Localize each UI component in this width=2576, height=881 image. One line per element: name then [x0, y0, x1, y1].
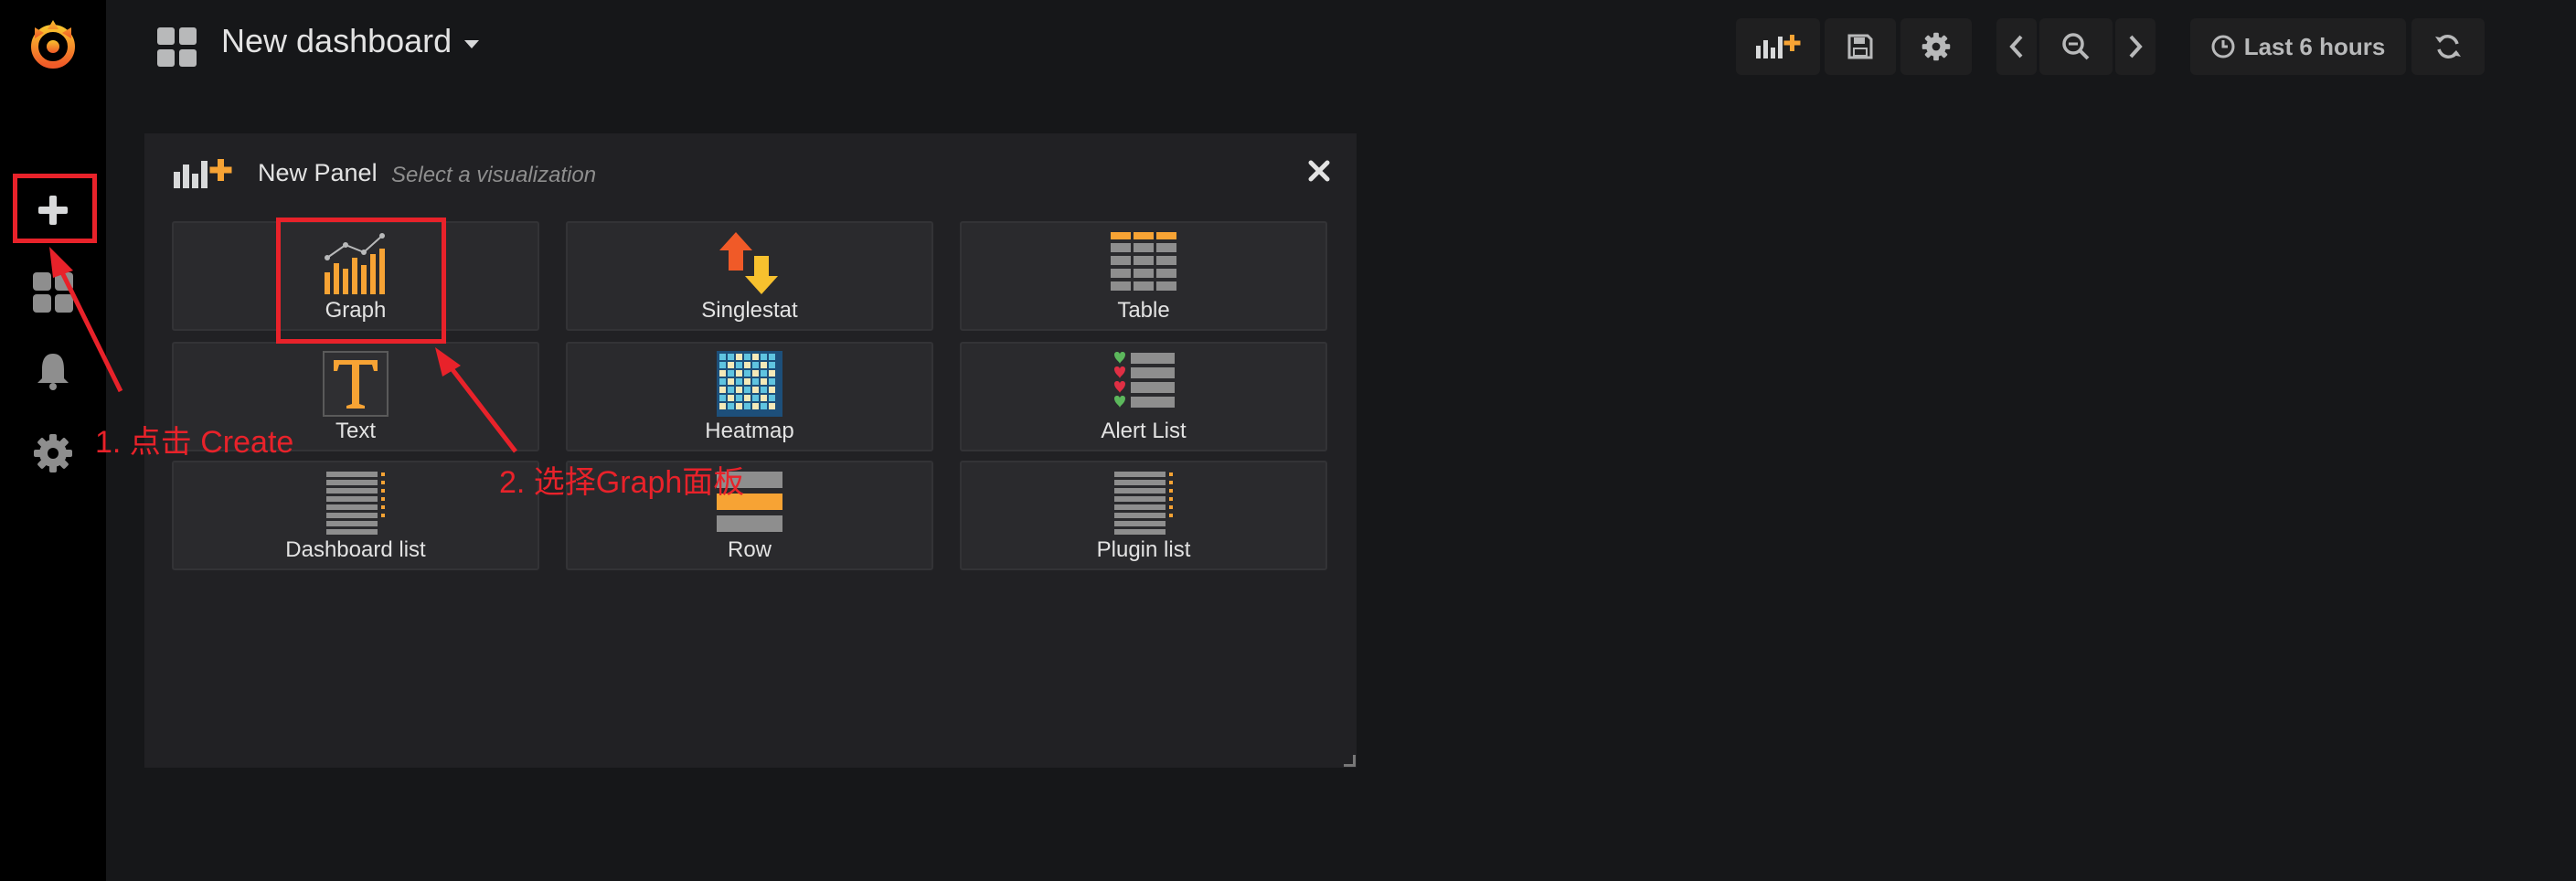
- add-panel-icon: [1756, 35, 1801, 58]
- gear-icon: [1921, 32, 1951, 61]
- singlestat-icon: [719, 232, 778, 294]
- viz-tile-label: Plugin list: [1096, 537, 1191, 562]
- time-shift-back-button[interactable]: [1996, 18, 2037, 75]
- viz-tile-label: Row: [727, 537, 772, 562]
- close-icon[interactable]: [1305, 157, 1333, 185]
- table-icon: [1111, 232, 1176, 291]
- annotation-box-graph: [276, 218, 446, 344]
- caret-down-icon: [464, 39, 480, 48]
- viz-tile-plugin-list[interactable]: Plugin list: [960, 461, 1327, 570]
- bell-icon: [37, 354, 69, 390]
- dashboards-icon: [33, 272, 73, 313]
- time-range-picker[interactable]: Last 6 hours: [2190, 18, 2406, 75]
- sidebar-item-dashboards[interactable]: [0, 260, 106, 325]
- add-panel-button[interactable]: [1736, 18, 1820, 75]
- sidebar: [0, 0, 106, 881]
- sidebar-item-alerting[interactable]: [0, 338, 106, 404]
- viz-tile-label: Table: [1117, 298, 1170, 323]
- zoom-out-icon: [2062, 33, 2090, 60]
- viz-tile-alert-list[interactable]: Alert List: [960, 342, 1327, 451]
- viz-tile-label: Heatmap: [705, 419, 794, 443]
- viz-tile-label: Alert List: [1101, 419, 1187, 443]
- annotation-step-2: 2. 选择Graph面板: [499, 465, 745, 500]
- panel-subtitle: Select a visualization: [391, 163, 597, 187]
- clock-icon: [2211, 35, 2235, 58]
- sidebar-item-configuration[interactable]: [0, 420, 106, 486]
- annotation-step-1: 1. 点击 Create: [95, 425, 294, 460]
- save-icon: [1847, 34, 1873, 59]
- viz-tile-table[interactable]: Table: [960, 221, 1327, 331]
- panel-title: New Panel: [258, 159, 378, 186]
- chevron-right-icon: [2129, 35, 2143, 58]
- resize-handle[interactable]: [1344, 755, 1356, 767]
- viz-tile-heatmap[interactable]: Heatmap: [566, 342, 933, 451]
- time-shift-forward-button[interactable]: [2115, 18, 2156, 75]
- dashboard-grid-icon: [157, 27, 197, 67]
- dashboard-list-icon: [326, 472, 385, 535]
- add-panel-icon: [174, 159, 232, 188]
- refresh-button[interactable]: [2411, 18, 2485, 75]
- dashboard-title: New dashboard: [221, 22, 452, 59]
- heatmap-icon: [717, 351, 782, 417]
- viz-tile-label: Singlestat: [701, 298, 798, 323]
- time-range-label: Last 6 hours: [2243, 32, 2386, 60]
- viz-tile-label: Dashboard list: [285, 537, 426, 562]
- dashboard-settings-button[interactable]: [1900, 18, 1972, 75]
- cog-icon: [34, 434, 72, 472]
- dashboard-title-dropdown[interactable]: New dashboard: [221, 22, 480, 60]
- viz-tile-singlestat[interactable]: Singlestat: [566, 221, 933, 331]
- annotation-box-create: [13, 174, 97, 243]
- refresh-icon: [2435, 35, 2461, 58]
- text-icon: [323, 351, 389, 417]
- zoom-out-button[interactable]: [2039, 18, 2113, 75]
- viz-tile-dashboard-list[interactable]: Dashboard list: [172, 461, 539, 570]
- plugin-list-icon: [1114, 472, 1173, 535]
- chevron-left-icon: [2009, 35, 2023, 58]
- save-dashboard-button[interactable]: [1825, 18, 1896, 75]
- alert-list-icon: [1114, 352, 1175, 408]
- grafana-logo[interactable]: [0, 11, 106, 79]
